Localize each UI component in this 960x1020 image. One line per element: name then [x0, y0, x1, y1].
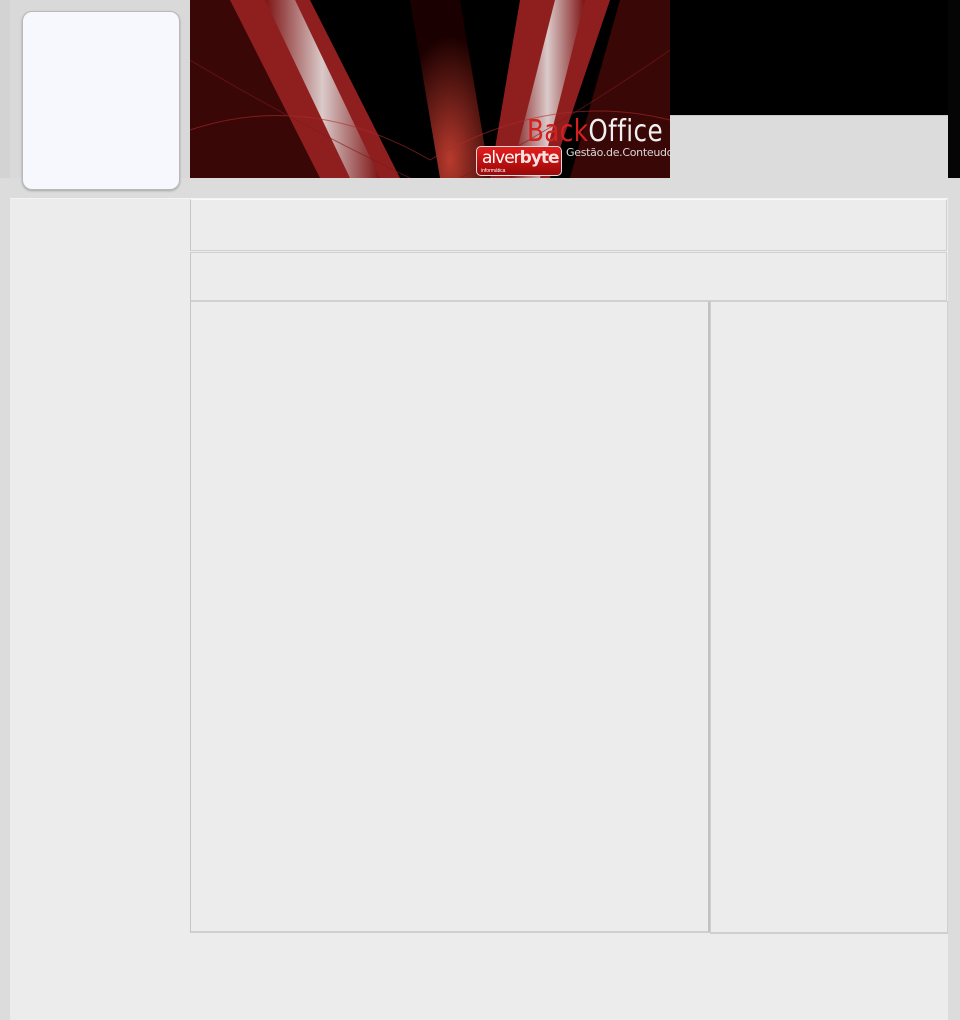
header-right-edge — [948, 0, 960, 178]
sub-bar — [190, 252, 947, 301]
logo-placeholder-box — [22, 11, 180, 190]
header-right-dark — [670, 0, 948, 115]
company-name-part-2: byte — [519, 148, 560, 168]
brand-part-1: Back — [527, 114, 589, 149]
company-name-part-1: alver — [482, 148, 521, 168]
main-content-panel — [190, 301, 710, 933]
company-name: alverbyte — [482, 148, 560, 168]
brand-part-2: Office — [588, 114, 664, 149]
company-subtitle: informática — [481, 168, 506, 174]
top-bar — [190, 199, 947, 251]
right-sidebar-panel — [710, 301, 948, 934]
alverbyte-logo[interactable]: alverbyte informática — [476, 146, 562, 176]
header-left-edge — [0, 0, 10, 178]
header-right-box — [670, 115, 948, 178]
tagline: Gestão.de.Conteudos — [566, 146, 679, 159]
